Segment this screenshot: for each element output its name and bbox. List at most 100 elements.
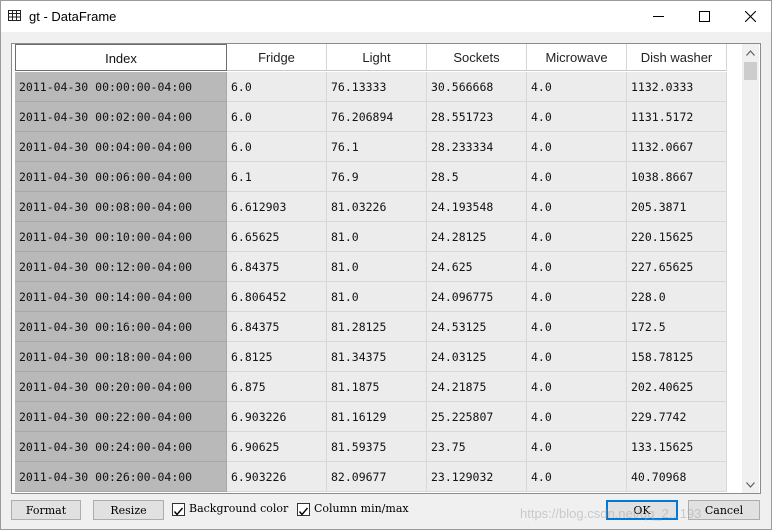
cell-sockets[interactable]: 23.129032 bbox=[427, 462, 527, 492]
cell-dish-washer[interactable]: 228.0 bbox=[627, 282, 727, 312]
ok-button[interactable]: OK bbox=[606, 500, 678, 520]
cell-microwave[interactable]: 4.0 bbox=[527, 162, 627, 192]
cell-microwave[interactable]: 4.0 bbox=[527, 432, 627, 462]
maximize-button[interactable] bbox=[681, 1, 727, 32]
column-header-sockets[interactable]: Sockets bbox=[427, 44, 527, 71]
cell-dish-washer[interactable]: 1132.0667 bbox=[627, 132, 727, 162]
cell-light[interactable]: 81.16129 bbox=[327, 402, 427, 432]
cell-microwave[interactable]: 4.0 bbox=[527, 372, 627, 402]
cell-fridge[interactable]: 6.65625 bbox=[227, 222, 327, 252]
close-button[interactable] bbox=[727, 1, 771, 32]
cell-dish-washer[interactable]: 229.7742 bbox=[627, 402, 727, 432]
cell-index[interactable]: 2011-04-30 00:24:00-04:00 bbox=[15, 432, 227, 462]
cell-index[interactable]: 2011-04-30 00:02:00-04:00 bbox=[15, 102, 227, 132]
cell-fridge[interactable]: 6.903226 bbox=[227, 462, 327, 492]
cell-light[interactable]: 81.28125 bbox=[327, 312, 427, 342]
cell-sockets[interactable]: 24.28125 bbox=[427, 222, 527, 252]
cell-light[interactable]: 81.0 bbox=[327, 222, 427, 252]
cell-dish-washer[interactable]: 158.78125 bbox=[627, 342, 727, 372]
title-bar[interactable]: gt - DataFrame bbox=[1, 1, 771, 32]
cell-light[interactable]: 82.09677 bbox=[327, 462, 427, 492]
cell-microwave[interactable]: 4.0 bbox=[527, 402, 627, 432]
background-color-checkbox[interactable] bbox=[172, 503, 185, 516]
cell-dish-washer[interactable]: 202.40625 bbox=[627, 372, 727, 402]
cell-sockets[interactable]: 24.096775 bbox=[427, 282, 527, 312]
cell-index[interactable]: 2011-04-30 00:18:00-04:00 bbox=[15, 342, 227, 372]
cell-sockets[interactable]: 24.21875 bbox=[427, 372, 527, 402]
column-minmax-label[interactable]: Column min/max bbox=[314, 502, 409, 515]
cell-microwave[interactable]: 4.0 bbox=[527, 102, 627, 132]
cell-dish-washer[interactable]: 227.65625 bbox=[627, 252, 727, 282]
column-minmax-checkbox[interactable] bbox=[297, 503, 310, 516]
cell-light[interactable]: 81.34375 bbox=[327, 342, 427, 372]
cell-sockets[interactable]: 25.225807 bbox=[427, 402, 527, 432]
cell-sockets[interactable]: 28.5 bbox=[427, 162, 527, 192]
resize-button[interactable]: Resize bbox=[93, 500, 164, 520]
cell-index[interactable]: 2011-04-30 00:14:00-04:00 bbox=[15, 282, 227, 312]
cell-sockets[interactable]: 30.566668 bbox=[427, 72, 527, 102]
cell-fridge[interactable]: 6.84375 bbox=[227, 252, 327, 282]
cell-index[interactable]: 2011-04-30 00:12:00-04:00 bbox=[15, 252, 227, 282]
column-header-index[interactable]: Index bbox=[15, 44, 227, 71]
cell-fridge[interactable]: 6.612903 bbox=[227, 192, 327, 222]
cell-dish-washer[interactable]: 133.15625 bbox=[627, 432, 727, 462]
cell-microwave[interactable]: 4.0 bbox=[527, 282, 627, 312]
cell-fridge[interactable]: 6.0 bbox=[227, 132, 327, 162]
cell-microwave[interactable]: 4.0 bbox=[527, 252, 627, 282]
scrollbar-thumb[interactable] bbox=[744, 62, 757, 80]
cell-index[interactable]: 2011-04-30 00:10:00-04:00 bbox=[15, 222, 227, 252]
cell-light[interactable]: 81.0 bbox=[327, 252, 427, 282]
dataframe-table[interactable]: Index Fridge Light Sockets Microwave Dis… bbox=[11, 43, 761, 494]
cell-fridge[interactable]: 6.903226 bbox=[227, 402, 327, 432]
cell-dish-washer[interactable]: 172.5 bbox=[627, 312, 727, 342]
cell-fridge[interactable]: 6.0 bbox=[227, 102, 327, 132]
background-color-label[interactable]: Background color bbox=[189, 502, 288, 515]
cell-index[interactable]: 2011-04-30 00:16:00-04:00 bbox=[15, 312, 227, 342]
column-header-dish-washer[interactable]: Dish washer bbox=[627, 44, 727, 71]
cell-sockets[interactable]: 24.625 bbox=[427, 252, 527, 282]
cell-microwave[interactable]: 4.0 bbox=[527, 132, 627, 162]
cell-sockets[interactable]: 24.53125 bbox=[427, 312, 527, 342]
cell-sockets[interactable]: 23.75 bbox=[427, 432, 527, 462]
cell-fridge[interactable]: 6.84375 bbox=[227, 312, 327, 342]
cell-index[interactable]: 2011-04-30 00:06:00-04:00 bbox=[15, 162, 227, 192]
cell-index[interactable]: 2011-04-30 00:08:00-04:00 bbox=[15, 192, 227, 222]
cell-light[interactable]: 76.1 bbox=[327, 132, 427, 162]
cell-light[interactable]: 76.13333 bbox=[327, 72, 427, 102]
cell-microwave[interactable]: 4.0 bbox=[527, 222, 627, 252]
cell-fridge[interactable]: 6.806452 bbox=[227, 282, 327, 312]
cell-light[interactable]: 76.9 bbox=[327, 162, 427, 192]
cell-index[interactable]: 2011-04-30 00:04:00-04:00 bbox=[15, 132, 227, 162]
minimize-button[interactable] bbox=[635, 1, 681, 32]
cell-fridge[interactable]: 6.8125 bbox=[227, 342, 327, 372]
vertical-scrollbar[interactable] bbox=[742, 44, 759, 493]
cell-sockets[interactable]: 24.193548 bbox=[427, 192, 527, 222]
cell-light[interactable]: 81.1875 bbox=[327, 372, 427, 402]
cell-dish-washer[interactable]: 1131.5172 bbox=[627, 102, 727, 132]
cell-microwave[interactable]: 4.0 bbox=[527, 462, 627, 492]
cell-index[interactable]: 2011-04-30 00:22:00-04:00 bbox=[15, 402, 227, 432]
cell-fridge[interactable]: 6.1 bbox=[227, 162, 327, 192]
scroll-down-button[interactable] bbox=[742, 476, 759, 493]
cell-dish-washer[interactable]: 205.3871 bbox=[627, 192, 727, 222]
cell-fridge[interactable]: 6.0 bbox=[227, 72, 327, 102]
column-header-fridge[interactable]: Fridge bbox=[227, 44, 327, 71]
cell-light[interactable]: 81.59375 bbox=[327, 432, 427, 462]
column-header-microwave[interactable]: Microwave bbox=[527, 44, 627, 71]
cell-index[interactable]: 2011-04-30 00:20:00-04:00 bbox=[15, 372, 227, 402]
cell-index[interactable]: 2011-04-30 00:26:00-04:00 bbox=[15, 462, 227, 492]
cell-dish-washer[interactable]: 1132.0333 bbox=[627, 72, 727, 102]
scroll-up-button[interactable] bbox=[742, 44, 759, 61]
cell-dish-washer[interactable]: 1038.8667 bbox=[627, 162, 727, 192]
cell-fridge[interactable]: 6.90625 bbox=[227, 432, 327, 462]
cell-microwave[interactable]: 4.0 bbox=[527, 72, 627, 102]
cell-sockets[interactable]: 24.03125 bbox=[427, 342, 527, 372]
cell-dish-washer[interactable]: 40.70968 bbox=[627, 462, 727, 492]
cell-sockets[interactable]: 28.233334 bbox=[427, 132, 527, 162]
cell-fridge[interactable]: 6.875 bbox=[227, 372, 327, 402]
cancel-button[interactable]: Cancel bbox=[688, 500, 760, 520]
format-button[interactable]: Format bbox=[11, 500, 81, 520]
cell-microwave[interactable]: 4.0 bbox=[527, 192, 627, 222]
cell-dish-washer[interactable]: 220.15625 bbox=[627, 222, 727, 252]
column-header-light[interactable]: Light bbox=[327, 44, 427, 71]
